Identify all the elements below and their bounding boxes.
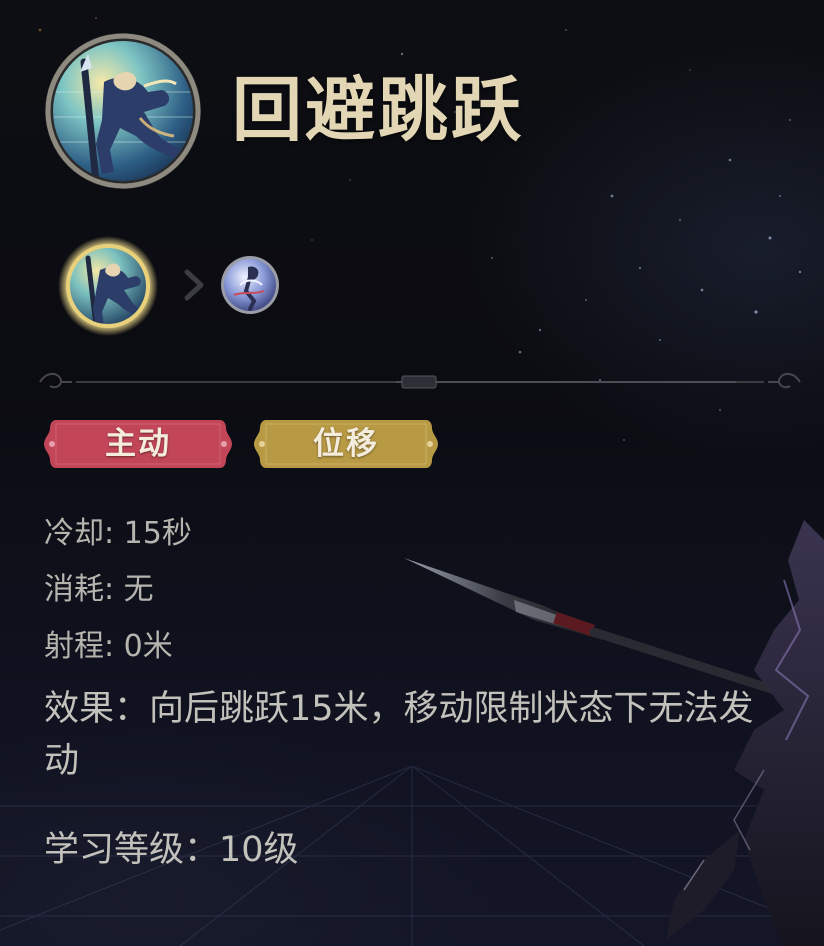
next-skill-icon[interactable] [220, 255, 280, 315]
current-skill-icon[interactable] [58, 236, 158, 336]
skill-icon [45, 33, 201, 189]
range-stat: 射程: 0米 [44, 629, 173, 664]
tag-movement: 位移 [252, 416, 440, 472]
skill-detail-panel: 回避跳跃 主动 位移 冷却: 15秒 消耗: 无 射程: 0米 效果：向后跳跃1… [0, 0, 824, 946]
cost-stat: 消耗: 无 [44, 572, 154, 607]
cooldown-stat: 冷却: 15秒 [44, 516, 192, 551]
effect-description: 效果：向后跳跃15米，移动限制状态下无法发动 [44, 689, 754, 781]
skill-name: 回避跳跃 [232, 69, 524, 151]
tag-active-label: 主动 [105, 426, 171, 462]
tag-active: 主动 [42, 416, 234, 472]
chevron-right-icon [184, 269, 204, 301]
tag-movement-label: 位移 [313, 426, 379, 462]
ornament-divider [39, 372, 801, 389]
learn-level: 学习等级：10级 [44, 830, 299, 870]
